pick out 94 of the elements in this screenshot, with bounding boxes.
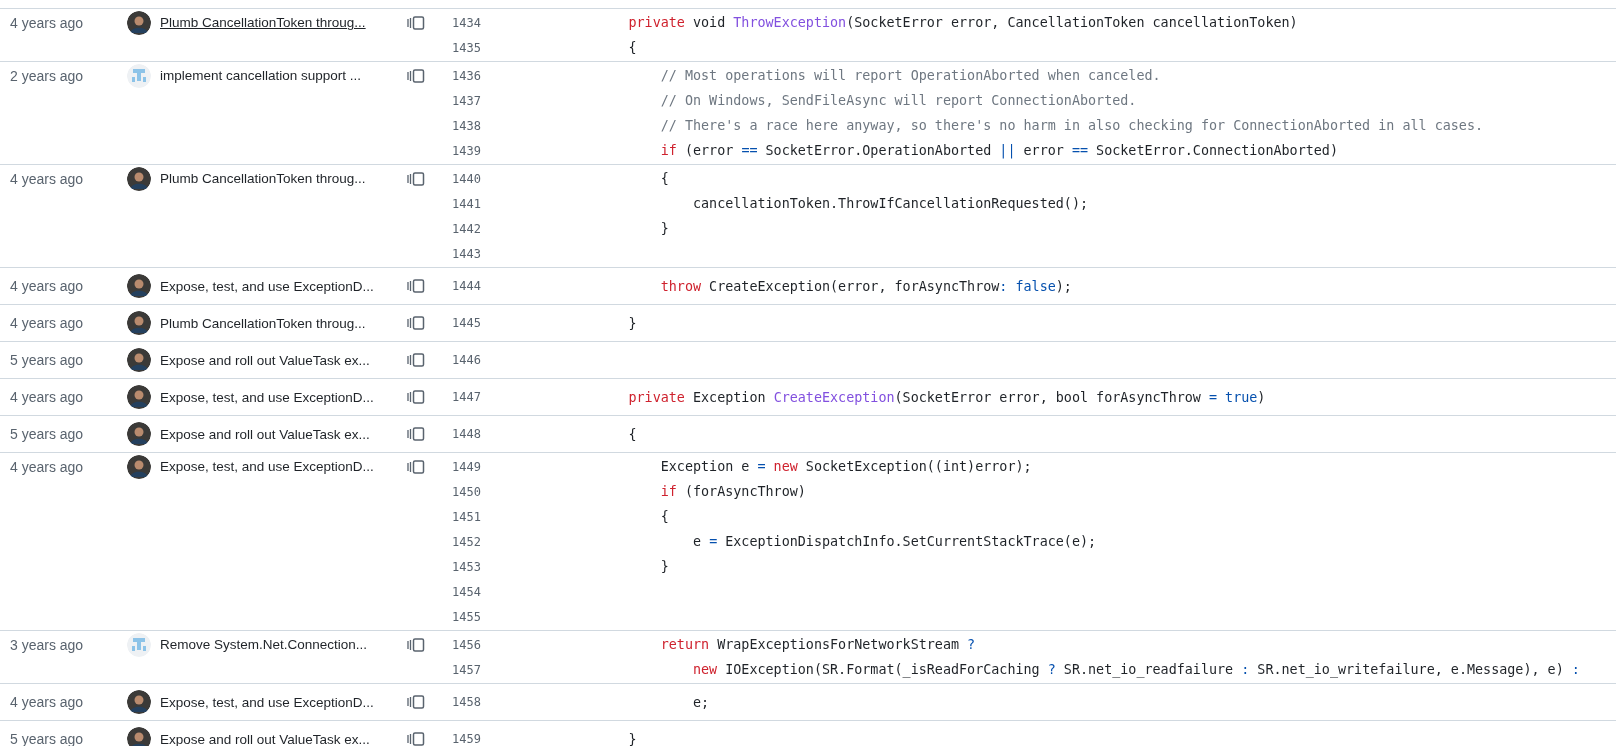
commit-age: 4 years ago	[9, 694, 85, 710]
blame-prior-revision-icon[interactable]	[406, 731, 426, 746]
line-number: 1448	[451, 427, 482, 441]
code-line: private Exception CreateException(SocketError error, bool forAsyncThrow = true)	[627, 389, 1266, 405]
avatar-icon[interactable]	[127, 690, 151, 714]
blame-prior-revision-icon[interactable]	[406, 389, 426, 405]
code-line: {	[627, 426, 637, 442]
line-number: 1437	[451, 93, 482, 108]
blame-prior-revision-icon[interactable]	[406, 426, 426, 442]
commit-age: 4 years ago	[9, 315, 85, 331]
avatar-icon[interactable]	[127, 454, 151, 479]
line-number: 1456	[451, 637, 482, 652]
line-number: 1454	[451, 584, 482, 599]
commit-message-link[interactable]: Remove System.Net.Connection...	[160, 637, 398, 652]
commit-message-link[interactable]: Expose, test, and use ExceptionD...	[160, 278, 398, 294]
line-number: 1450	[451, 484, 482, 499]
code-line: cancellationToken.ThrowIfCancellationRequested();	[692, 196, 1089, 211]
commit-age: 2 years ago	[9, 67, 85, 84]
line-number: 1434	[451, 15, 482, 30]
code-line: {	[659, 509, 669, 524]
commit-message-link[interactable]: Plumb CancellationToken throug...	[160, 15, 398, 30]
avatar-icon[interactable]	[127, 274, 151, 298]
commit-age: 4 years ago	[9, 458, 85, 475]
blame-prior-revision-icon[interactable]	[406, 315, 426, 331]
commit-age: 5 years ago	[9, 426, 85, 442]
commit-message-link[interactable]: Plumb CancellationToken throug...	[160, 171, 398, 186]
code-line: throw CreateException(error, forAsyncThrow: false);	[659, 278, 1072, 294]
line-number: 1435	[451, 40, 482, 55]
line-number: 1457	[451, 662, 482, 677]
code-line: {	[627, 40, 637, 55]
line-number: 1445	[451, 316, 482, 330]
commit-message-link[interactable]: Expose and roll out ValueTask ex...	[160, 731, 398, 746]
code-line: }	[627, 731, 637, 746]
code-line: }	[627, 315, 637, 331]
commit-message-link[interactable]: Expose, test, and use ExceptionD...	[160, 389, 398, 405]
blame-prior-revision-icon[interactable]	[406, 67, 426, 84]
code-line: if (forAsyncThrow)	[659, 484, 806, 499]
avatar-icon[interactable]	[127, 348, 151, 372]
blame-prior-revision-icon[interactable]	[406, 170, 426, 187]
code-line: e = ExceptionDispatchInfo.SetCurrentStackTrace(e);	[692, 534, 1097, 549]
commit-age: 4 years ago	[9, 170, 85, 187]
commit-age: 4 years ago	[9, 278, 85, 294]
commit-message-link[interactable]: Expose, test, and use ExceptionD...	[160, 694, 398, 710]
avatar-icon[interactable]	[127, 10, 151, 35]
code-line: e;	[692, 694, 710, 710]
line-number: 1438	[451, 118, 482, 133]
code-line: // There's a race here anyway, so there's no harm in also checking for ConnectionAborted in all cases.	[659, 118, 1484, 133]
line-number: 1439	[451, 143, 482, 158]
commit-message-link[interactable]: Plumb CancellationToken throug...	[160, 315, 398, 331]
commit-message-link[interactable]: Expose and roll out ValueTask ex...	[160, 426, 398, 442]
commit-message-link[interactable]: Expose and roll out ValueTask ex...	[160, 352, 398, 368]
line-number: 1446	[451, 353, 482, 367]
blame-prior-revision-icon[interactable]	[406, 694, 426, 710]
blame-prior-revision-icon[interactable]	[406, 278, 426, 294]
code-line: new IOException(SR.Format(_isReadForCaching ? SR.net_io_readfailure : SR.net_io_writefailure, e.Message), e) :	[692, 662, 1580, 677]
code-line: }	[659, 559, 669, 574]
commit-age: 3 years ago	[9, 636, 85, 653]
line-number: 1443	[451, 246, 482, 261]
commit-message-link[interactable]: implement cancellation support ...	[160, 68, 398, 83]
blame-prior-revision-icon[interactable]	[406, 458, 426, 475]
code-line: Exception e = new SocketException((int)error);	[659, 459, 1032, 474]
commit-age: 4 years ago	[9, 389, 85, 405]
code-line: if (error == SocketError.OperationAborted || error == SocketError.ConnectionAborted)	[659, 143, 1338, 158]
avatar-icon[interactable]	[127, 422, 151, 446]
blame-prior-revision-icon[interactable]	[406, 352, 426, 368]
code-line: {	[659, 171, 669, 186]
commit-age: 5 years ago	[9, 731, 85, 746]
code-line: }	[659, 221, 669, 236]
line-number: 1458	[451, 695, 482, 709]
avatar-icon[interactable]	[127, 385, 151, 409]
line-number: 1449	[451, 459, 482, 474]
line-number: 1442	[451, 221, 482, 236]
line-number: 1459	[451, 732, 482, 746]
commit-age: 4 years ago	[9, 14, 85, 31]
blame-prior-revision-icon[interactable]	[406, 636, 426, 653]
line-number: 1441	[451, 196, 482, 211]
code-line: private void ThrowException(SocketError error, CancellationToken cancellationToken)	[627, 15, 1298, 30]
line-number: 1444	[451, 279, 482, 293]
line-number: 1452	[451, 534, 482, 549]
line-number: 1440	[451, 171, 482, 186]
blame-prior-revision-icon[interactable]	[406, 14, 426, 31]
line-number: 1447	[451, 390, 482, 404]
line-number: 1451	[451, 509, 482, 524]
line-number: 1453	[451, 559, 482, 574]
avatar-icon[interactable]	[127, 166, 151, 191]
code-line: // On Windows, SendFileAsync will report ConnectionAborted.	[659, 93, 1137, 108]
avatar-icon[interactable]	[127, 311, 151, 335]
avatar-icon[interactable]	[127, 727, 151, 746]
line-number: 1436	[451, 68, 482, 83]
commit-message-link[interactable]: Expose, test, and use ExceptionD...	[160, 459, 398, 474]
commit-age: 5 years ago	[9, 352, 85, 368]
code-line: return WrapExceptionsForNetworkStream ?	[659, 637, 976, 652]
line-number: 1455	[451, 609, 482, 624]
code-line: // Most operations will report OperationAborted when canceled.	[659, 68, 1161, 83]
